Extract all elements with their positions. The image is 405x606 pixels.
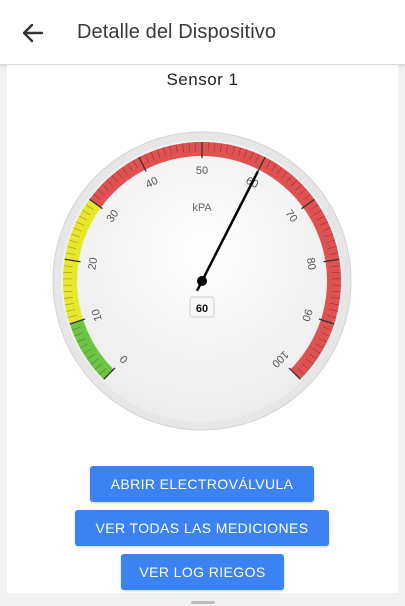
open-valve-button[interactable]: ABRIR ELECTROVÁLVULA: [90, 466, 314, 502]
gauge-tick-label: 20: [86, 257, 100, 271]
pressure-gauge: 0102030405060708090100 kPA 60: [52, 131, 352, 431]
view-measurements-button[interactable]: VER TODAS LAS MEDICIONES: [75, 510, 329, 546]
app-bar: Detalle del Dispositivo: [0, 0, 405, 65]
gauge-value: 60: [196, 303, 208, 315]
gauge-tick-label: 50: [196, 165, 208, 177]
view-irrigation-log-button[interactable]: VER LOG RIEGOS: [121, 554, 284, 590]
bottom-drag-handle[interactable]: [191, 601, 215, 604]
arrow-left-icon[interactable]: [20, 20, 46, 46]
sensor-name: Sensor 1: [166, 70, 239, 89]
page-title: Detalle del Dispositivo: [77, 21, 277, 43]
gauge-tick-label: 80: [304, 257, 318, 271]
gauge-needle-hub: [197, 276, 207, 286]
gauge-unit: kPA: [192, 202, 212, 214]
